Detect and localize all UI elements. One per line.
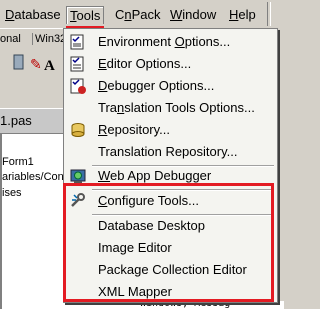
tools-menu: Environment Options... Editor Options...…	[63, 28, 278, 303]
tree-item[interactable]: ariables/Cons	[2, 171, 69, 183]
font-icon: A	[44, 58, 55, 74]
menu-help[interactable]: Help	[226, 6, 259, 23]
menu-item-label: Image Editor	[98, 240, 172, 255]
menu-item-label: Debugger Options...	[98, 78, 215, 93]
menu-item-label: Web App Debugger	[98, 168, 212, 183]
toolbar-icons: ✎ A	[13, 54, 55, 74]
menu-item-label: XML Mapper	[98, 284, 172, 299]
menu-item-web-app-debugger[interactable]: Web App Debugger	[64, 165, 277, 187]
code-explorer: Form1 ariables/Cons ises	[0, 134, 69, 309]
menu-item-label: Environment Options...	[98, 34, 231, 49]
web-app-debugger-icon	[70, 168, 86, 184]
editor-options-icon	[70, 56, 86, 72]
editor-tab[interactable]: 1.pas	[0, 113, 32, 128]
menu-item-image-editor[interactable]: Image Editor	[64, 237, 277, 259]
menu-item-package-collection-editor[interactable]: Package Collection Editor	[64, 259, 277, 281]
menu-window[interactable]: Window	[167, 6, 219, 23]
menu-database[interactable]: Database	[2, 6, 64, 23]
menu-item-translation-repository[interactable]: Translation Repository...	[64, 141, 277, 163]
tree-item[interactable]: ises	[2, 187, 22, 199]
menu-item-label: Translation Repository...	[98, 144, 238, 159]
tree-item[interactable]: Form1	[2, 156, 34, 168]
toolbar-icon: ✎	[30, 56, 42, 72]
menu-item-label: Translation Tools Options...	[98, 100, 255, 115]
menu-item-editor-options[interactable]: Editor Options...	[64, 53, 277, 75]
menu-item-debugger-options[interactable]: Debugger Options...	[64, 75, 277, 97]
menu-item-label: Configure Tools...	[98, 193, 199, 208]
menu-item-label: Database Desktop	[98, 218, 205, 233]
ide-toolbar: ✎ A	[0, 49, 66, 81]
editor-tabs: 1.pas	[0, 108, 66, 134]
menu-item-label: Editor Options...	[98, 56, 192, 71]
menu-item-database-desktop[interactable]: Database Desktop	[64, 215, 277, 237]
menu-item-label: Repository...	[98, 122, 171, 137]
repository-icon	[70, 122, 86, 138]
menubar-divider	[267, 2, 271, 26]
menu-item-label: Package Collection Editor	[98, 262, 247, 277]
menu-bar: Database Tools CnPack Window Help	[0, 0, 284, 29]
menu-item-configure-tools[interactable]: Configure Tools...	[64, 190, 277, 212]
menu-cnpack[interactable]: CnPack	[112, 6, 164, 23]
menu-item-environment-options[interactable]: Environment Options...	[64, 31, 277, 53]
menu-item-translation-tools-options[interactable]: Translation Tools Options...	[64, 97, 277, 119]
debugger-options-icon	[70, 78, 86, 94]
menu-tools[interactable]: Tools	[66, 6, 105, 24]
menu-item-repository[interactable]: Repository...	[64, 119, 277, 141]
component-palette-tabs: onal Win32	[0, 30, 66, 48]
toolbar-icon	[13, 54, 24, 70]
environment-options-icon	[70, 34, 86, 50]
configure-tools-icon	[70, 193, 86, 209]
palette-tab[interactable]: onal	[0, 33, 21, 45]
palette-tab[interactable]: Win32	[32, 33, 66, 45]
menu-item-xml-mapper[interactable]: XML Mapper	[64, 281, 277, 303]
